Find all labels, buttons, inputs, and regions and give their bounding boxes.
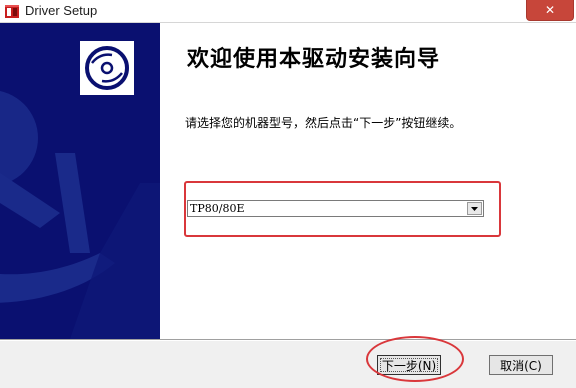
wizard-content: 欢迎使用本驱动安装向导 请选择您的机器型号，然后点击“下一步”按钮继续。 TP8… — [160, 23, 576, 339]
compact-disc-icon — [80, 41, 134, 95]
cancel-button[interactable]: 取消(C) — [489, 355, 553, 375]
window-title: Driver Setup — [25, 3, 98, 18]
title-bar[interactable]: Driver Setup ✕ — [0, 0, 576, 23]
model-select-value: TP80/80E — [190, 202, 245, 215]
page-title: 欢迎使用本驱动安装向导 — [187, 47, 441, 72]
annotation-ellipse — [366, 336, 464, 382]
instruction-text: 请选择您的机器型号，然后点击“下一步”按钮继续。 — [185, 116, 462, 130]
wizard-banner — [0, 23, 160, 339]
close-button[interactable]: ✕ — [526, 0, 574, 21]
setup-app-icon — [4, 3, 20, 19]
close-icon: ✕ — [544, 3, 556, 17]
setup-window: Driver Setup ✕ 欢迎使用本驱动安装向导 请选择您的机器型号，然后点… — [0, 0, 576, 388]
footer-divider — [0, 339, 576, 340]
model-select[interactable]: TP80/80E — [187, 200, 484, 217]
banner-graphic — [0, 41, 160, 339]
dropdown-arrow-icon[interactable] — [467, 202, 482, 215]
